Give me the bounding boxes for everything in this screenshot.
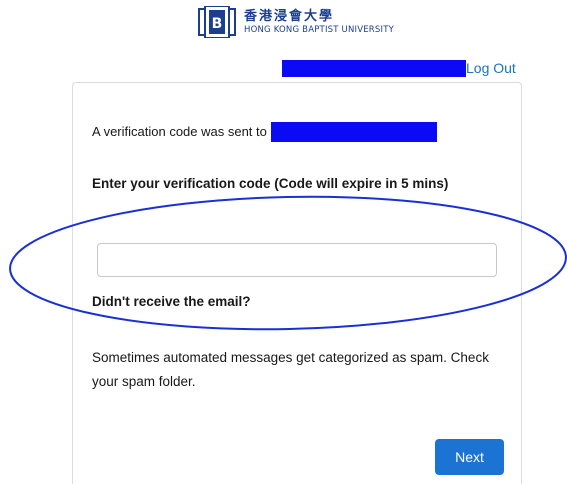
verification-code-label: Enter your verification code (Code will … (92, 176, 449, 191)
logout-link[interactable]: Log Out (466, 60, 516, 77)
next-button[interactable]: Next (435, 439, 504, 475)
verification-code-input[interactable] (97, 243, 497, 277)
username-redacted (282, 60, 466, 77)
logo-chinese-name: 香港浸會大學 (244, 8, 335, 24)
spam-help-text: Sometimes automated messages get categor… (92, 350, 489, 389)
email-redacted (270, 122, 437, 142)
logo-english-name: HONG KONG BAPTIST UNIVERSITY (244, 24, 395, 35)
page: B 香港浸會大學 HONG KONG BAPTIST UNIVERSITY Lo… (0, 0, 567, 484)
hkbu-logo: B 香港浸會大學 HONG KONG BAPTIST UNIVERSITY (198, 6, 394, 38)
didnt-receive-heading: Didn't receive the email? (92, 294, 251, 309)
code-sent-text: A verification code was sent to (92, 124, 267, 139)
verification-card: A verification code was sent to Enter yo… (72, 82, 522, 484)
svg-text:B: B (212, 16, 223, 32)
code-sent-message: A verification code was sent to (92, 122, 437, 142)
hkbu-logo-icon: B (198, 6, 236, 38)
